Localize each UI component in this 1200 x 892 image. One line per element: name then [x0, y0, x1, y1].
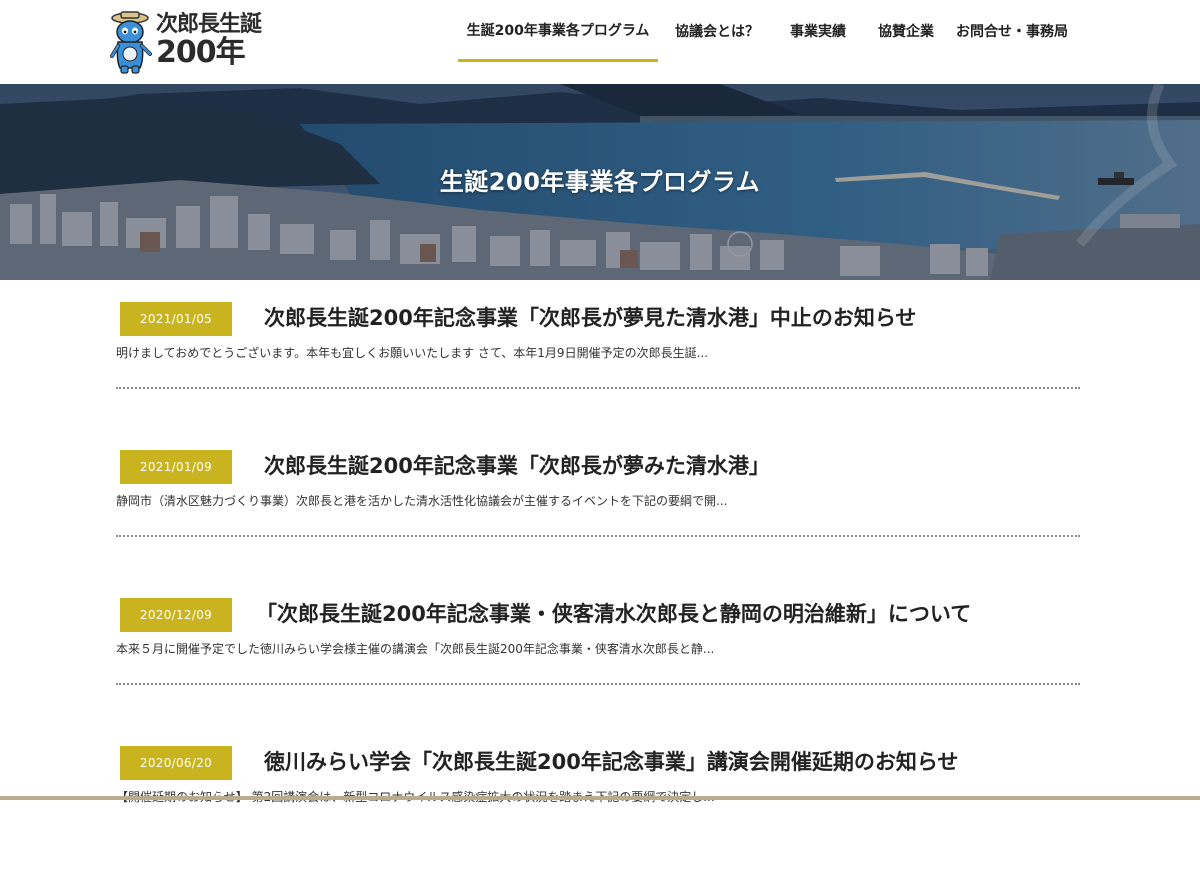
post-date-badge: 2021/01/09 [120, 450, 232, 484]
post-title-link[interactable]: 次郎長生誕200年記念事業「次郎長が夢見た清水港」中止のお知らせ [264, 303, 916, 333]
post-date-badge: 2020/06/20 [120, 746, 232, 780]
hero-banner: 生誕200年事業各プログラム [0, 84, 1200, 280]
post-date-badge: 2021/01/05 [120, 302, 232, 336]
post-item: 2021/01/05 次郎長生誕200年記念事業「次郎長が夢見た清水港」中止のお… [116, 300, 1080, 448]
hero-title: 生誕200年事業各プログラム [439, 168, 761, 196]
post-divider [116, 535, 1080, 537]
post-item: 2021/01/09 次郎長生誕200年記念事業「次郎長が夢みた清水港」 静岡市… [116, 448, 1080, 596]
post-divider [116, 387, 1080, 389]
nav-item-programs[interactable]: 生誕200年事業各プログラム [458, 0, 658, 62]
nav-item-sponsors[interactable]: 協賛企業 [862, 0, 950, 62]
post-excerpt: 静岡市（清水区魅力づくり事業）次郎長と港を活かした清水活性化協議会が主催するイベ… [116, 494, 728, 508]
post-item: 2020/06/20 徳川みらい学会「次郎長生誕200年記念事業」講演会開催延期… [116, 744, 1080, 892]
site-header: 次郎長生誕 200年 生誕200年事業各プログラム 協議会とは？ 事業実績 協賛… [0, 0, 1200, 84]
post-item: 2020/12/09 「次郎長生誕200年記念事業・侠客清水次郎長と静岡の明治維… [116, 596, 1080, 744]
nav-item-contact[interactable]: お問合せ・事務局 [950, 0, 1074, 62]
logo-line1: 次郎長生誕 [156, 12, 262, 37]
logo-line2: 200年 [156, 35, 246, 70]
post-title-link[interactable]: 徳川みらい学会「次郎長生誕200年記念事業」講演会開催延期のお知らせ [264, 747, 958, 777]
logo-text: 次郎長生誕 200年 [156, 12, 262, 70]
mascot-icon [110, 11, 152, 74]
post-date-badge: 2020/12/09 [120, 598, 232, 632]
nav-item-results[interactable]: 事業実績 [774, 0, 862, 62]
nav-item-about[interactable]: 協議会とは？ [660, 0, 774, 62]
post-title-link[interactable]: 「次郎長生誕200年記念事業・侠客清水次郎長と静岡の明治維新」について [256, 599, 971, 629]
post-title-link[interactable]: 次郎長生誕200年記念事業「次郎長が夢みた清水港」 [264, 451, 770, 481]
footer-edge [0, 796, 1200, 800]
site-logo[interactable]: 次郎長生誕 200年 [110, 10, 262, 74]
post-divider [116, 683, 1080, 685]
post-list: 2021/01/05 次郎長生誕200年記念事業「次郎長が夢見た清水港」中止のお… [116, 300, 1080, 892]
main-nav: 生誕200年事業各プログラム 協議会とは？ 事業実績 協賛企業 お問合せ・事務局 [458, 0, 1074, 84]
post-excerpt: 明けましておめでとうございます。本年も宜しくお願いいたします さて、本年1月9日… [116, 346, 709, 360]
post-excerpt: 本来５月に開催予定でした徳川みらい学会様主催の講演会「次郎長生誕200年記念事業… [116, 642, 715, 656]
